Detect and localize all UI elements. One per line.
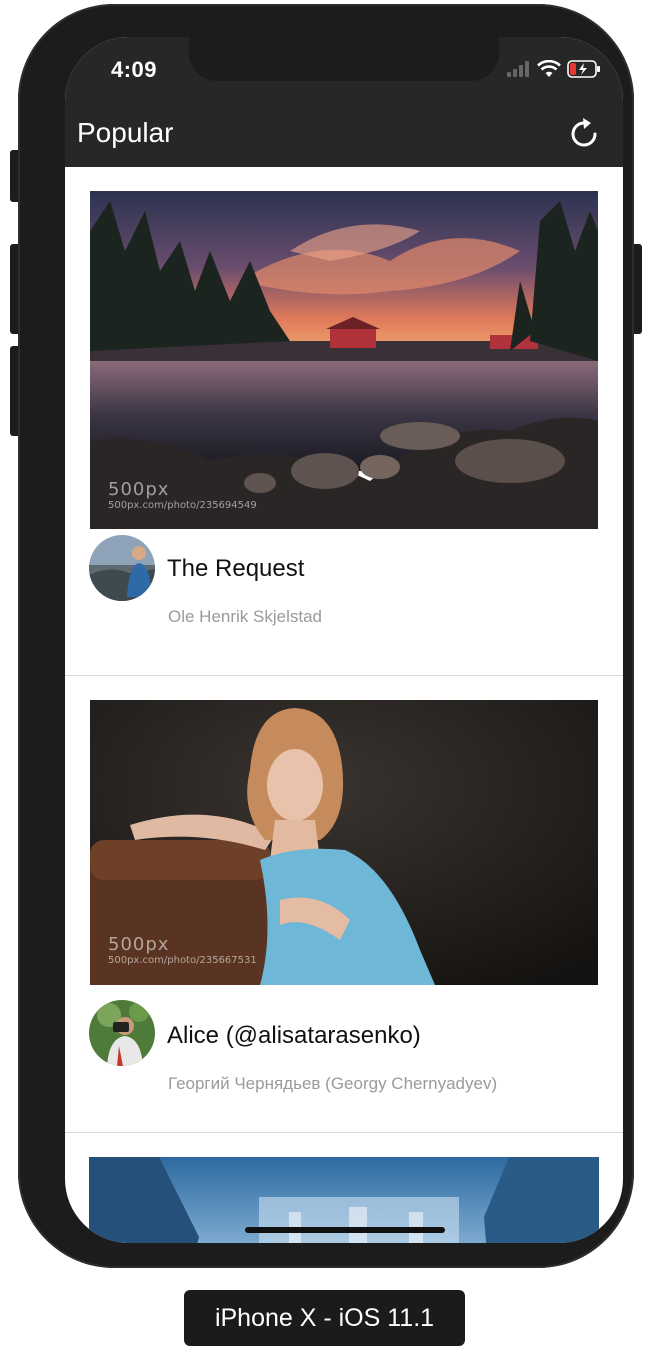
photo-title[interactable]: The Request [167,555,304,583]
home-indicator[interactable] [245,1227,445,1233]
user-avatar-image [89,1000,155,1066]
photo-author: Георгий Чернядьев (Georgy Chernyadyev) [168,1074,498,1093]
feed-item[interactable]: 500px 500px.com/photo/235667531 Alice (@… [65,676,623,1133]
device-notch [189,37,499,81]
status-icons [507,59,601,79]
photo-image[interactable]: 500px 500px.com/photo/235667531 [90,700,598,985]
photo-feed[interactable]: 500px 500px.com/photo/235694549 The Requ… [65,167,623,1243]
status-time: 4:09 [111,57,158,82]
refresh-button[interactable] [569,117,601,151]
page-title: Popular [77,117,174,148]
navigation-bar: 4:09 Popular [65,37,623,167]
device-frame: 4:09 Popular 500px 500px.com/photo/23569… [18,4,634,1268]
photo-watermark: 500px 500px.com/photo/235667531 [108,934,257,966]
battery-icon [567,60,600,78]
wifi-icon [537,60,561,77]
avatar[interactable] [89,1000,155,1066]
cellular-signal-icon [507,61,529,77]
device-label: iPhone X - iOS 11.1 [184,1290,465,1346]
photo-watermark: 500px 500px.com/photo/235694549 [108,479,257,511]
watermark-url: 500px.com/photo/235667531 [108,955,257,966]
avatar[interactable] [89,535,155,601]
watermark-logo: 500px [108,479,170,500]
photo-author: Ole Henrik Skjelstad [168,607,323,626]
feed-item[interactable]: 500px 500px.com/photo/235694549 The Requ… [65,167,623,676]
refresh-icon [571,118,597,147]
watermark-url: 500px.com/photo/235694549 [108,500,257,511]
user-avatar-image [89,535,155,601]
photo-title[interactable]: Alice (@alisatarasenko) [167,1022,421,1050]
watermark-logo: 500px [108,934,170,955]
photo-image[interactable]: 500px 500px.com/photo/235694549 [90,191,598,529]
app-screen: 4:09 Popular 500px 500px.com/photo/23569… [65,37,623,1243]
